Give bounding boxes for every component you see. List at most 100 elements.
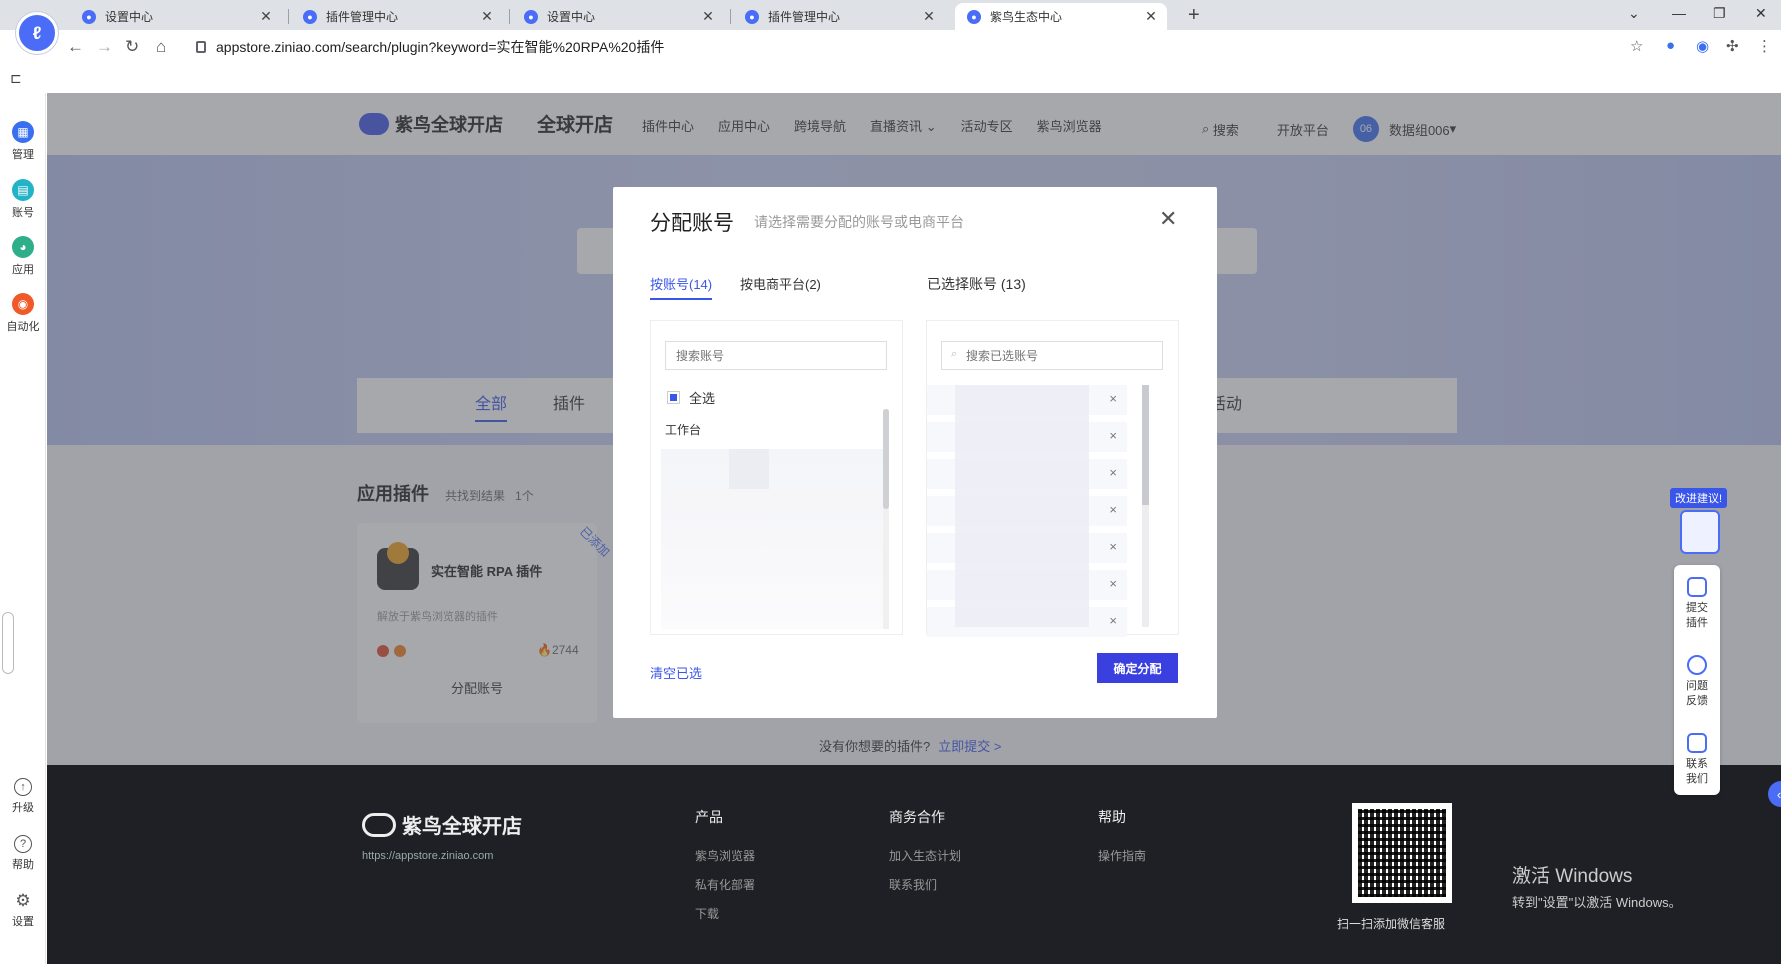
footer-link[interactable]: 下载 (695, 905, 755, 922)
close-icon[interactable]: ✕ (921, 8, 937, 25)
footer-link[interactable]: 操作指南 (1098, 847, 1146, 864)
activate-subtitle: 转到"设置"以激活 Windows。 (1512, 895, 1682, 910)
close-icon[interactable]: ✕ (258, 8, 274, 25)
qr-caption: 扫一扫添加微信客服 (1337, 917, 1446, 931)
extension-icon[interactable]: ◉ (1696, 37, 1709, 55)
account-icon: ▤ (12, 179, 34, 201)
remove-icon[interactable]: × (1109, 613, 1117, 628)
remove-icon[interactable]: × (1109, 465, 1117, 480)
new-tab-icon[interactable]: + (1188, 4, 1200, 27)
restore-icon[interactable]: ❐ (1713, 5, 1726, 22)
sidebar-item-manage[interactable]: ▦ 管理 (0, 121, 46, 162)
help-icon: ? (14, 835, 32, 853)
tab-title: 插件管理中心 (326, 10, 399, 24)
tab-title: 设置中心 (105, 10, 154, 24)
account-group-label: 工作台 (665, 423, 702, 437)
dialog-title: 分配账号 (650, 212, 734, 235)
browser-tab[interactable]: ● 设置中心 ✕ (512, 3, 724, 30)
remove-icon[interactable]: × (1109, 576, 1117, 591)
assign-account-dialog: 分配账号 请选择需要分配的账号或电商平台 ✕ 按账号(14) 按电商平台(2) … (613, 187, 1217, 718)
scrollbar[interactable] (883, 409, 889, 629)
scrollbar-thumb[interactable] (883, 409, 889, 509)
sidebar-item-label: 设置 (12, 916, 34, 928)
confirm-assign-button[interactable]: 确定分配 (1097, 653, 1178, 683)
account-list-blurred (661, 449, 883, 629)
account-list-panel: 全选 工作台 (650, 320, 903, 635)
sidebar-item-account[interactable]: ▤ 账号 (0, 179, 46, 220)
extension-icon[interactable]: ● (1666, 37, 1675, 54)
star-icon[interactable]: ☆ (1630, 37, 1643, 55)
scrollbar[interactable] (1142, 385, 1149, 627)
footer-url[interactable]: https://appstore.ziniao.com (362, 850, 493, 862)
wechat-qr-code (1352, 803, 1452, 903)
footer-logo-text: 紫鸟全球开店 (402, 816, 522, 838)
remove-icon[interactable]: × (1109, 428, 1117, 443)
contact-us-button[interactable]: 联系 我们 (1674, 733, 1720, 787)
footer-col-title: 帮助 (1098, 809, 1126, 825)
feedback-badge[interactable]: 改进建议! (1670, 488, 1728, 508)
clear-selected-link[interactable]: 清空已选 (650, 663, 702, 682)
home-icon[interactable]: ⌂ (156, 37, 166, 57)
browser-tab-active[interactable]: ● 紫鸟生态中心 ✕ (955, 3, 1167, 30)
floating-toolbox: 提交 插件 问题 反馈 联系 我们 (1674, 565, 1720, 795)
scrollbar-thumb[interactable] (1142, 385, 1149, 505)
clipboard-icon[interactable] (1680, 510, 1720, 554)
tab-by-platform[interactable]: 按电商平台(2) (740, 274, 821, 293)
close-icon[interactable]: ✕ (700, 8, 716, 25)
close-icon[interactable]: ✕ (479, 8, 495, 25)
menu-icon[interactable]: ⋮ (1757, 37, 1772, 55)
puzzle-icon[interactable]: ✣ (1726, 37, 1739, 55)
search-selected-input[interactable] (941, 341, 1163, 370)
reload-icon[interactable]: ↻ (125, 37, 139, 57)
select-all-checkbox[interactable]: 全选 (667, 388, 715, 407)
sidebar-item-automation[interactable]: ◉ 自动化 (0, 293, 46, 334)
sidebar-item-apps[interactable]: ◕ 应用 (0, 236, 46, 277)
remove-icon[interactable]: × (1109, 391, 1117, 406)
browser-tab[interactable]: ● 设置中心 ✕ (70, 3, 282, 30)
tab-title: 设置中心 (547, 10, 596, 24)
manage-icon: ▦ (12, 121, 34, 143)
browser-tab[interactable]: ● 插件管理中心 ✕ (291, 3, 503, 30)
address-bar[interactable]: appstore.ziniao.com/search/plugin?keywor… (196, 33, 1646, 61)
tab-title: 紫鸟生态中心 (990, 10, 1063, 24)
ziniao-favicon-icon: ● (303, 9, 317, 24)
selected-list-blurred (955, 385, 1089, 627)
window-close-icon[interactable]: ✕ (1755, 5, 1767, 22)
remove-icon[interactable]: × (1109, 502, 1117, 517)
remove-icon[interactable]: × (1109, 539, 1117, 554)
sidebar-item-settings[interactable]: ⚙ 设置 (0, 891, 46, 929)
tab-by-account[interactable]: 按账号(14) (650, 274, 713, 300)
tab-search-icon[interactable]: ⌄ (1628, 5, 1640, 22)
footer-link[interactable]: 加入生态计划 (889, 847, 961, 864)
search-icon: ⌕ (951, 348, 958, 360)
browser-tab[interactable]: ● 插件管理中心 ✕ (733, 3, 945, 30)
selected-accounts-title: 已选择账号 (13) (927, 276, 1026, 292)
ziniao-favicon-icon: ● (745, 9, 759, 24)
search-account-input[interactable] (665, 341, 887, 370)
qr-icon (1687, 733, 1707, 753)
selected-list-panel: ⌕ × × × × × × × (926, 320, 1179, 637)
sidebar-item-upgrade[interactable]: ↑ 升级 (0, 778, 46, 815)
forward-icon[interactable]: → (96, 37, 113, 57)
back-icon[interactable]: ← (67, 37, 84, 57)
checkbox-indeterminate[interactable] (667, 391, 680, 404)
sidebar-item-help[interactable]: ? 帮助 (0, 835, 46, 872)
feedback-button[interactable]: 问题 反馈 (1674, 655, 1720, 709)
footer-col-products: 产品 紫鸟浏览器 私有化部署 下载 (695, 807, 755, 934)
footer-link[interactable]: 私有化部署 (695, 876, 755, 893)
drag-handle[interactable] (2, 612, 14, 674)
footer-link[interactable]: 联系我们 (889, 876, 961, 893)
ziniao-favicon-icon: ● (82, 9, 96, 24)
close-icon[interactable]: ✕ (1143, 8, 1159, 25)
widget-label: 问题 反馈 (1686, 680, 1708, 707)
sidebar-toggle-icon[interactable]: ⊏ (10, 70, 22, 87)
url-text: appstore.ziniao.com/search/plugin?keywor… (216, 39, 665, 55)
submit-plugin-button[interactable]: 提交 插件 (1674, 577, 1720, 631)
tab-separator (509, 9, 510, 24)
ziniao-favicon-icon: ● (967, 9, 981, 24)
site-footer: 紫鸟全球开店 https://appstore.ziniao.com 产品 紫鸟… (47, 765, 1781, 964)
minimize-icon[interactable]: — (1672, 5, 1686, 21)
windows-activation-watermark: 激活 Windows 转到"设置"以激活 Windows。 (1512, 861, 1682, 911)
footer-link[interactable]: 紫鸟浏览器 (695, 847, 755, 864)
close-icon[interactable]: ✕ (1159, 206, 1177, 232)
